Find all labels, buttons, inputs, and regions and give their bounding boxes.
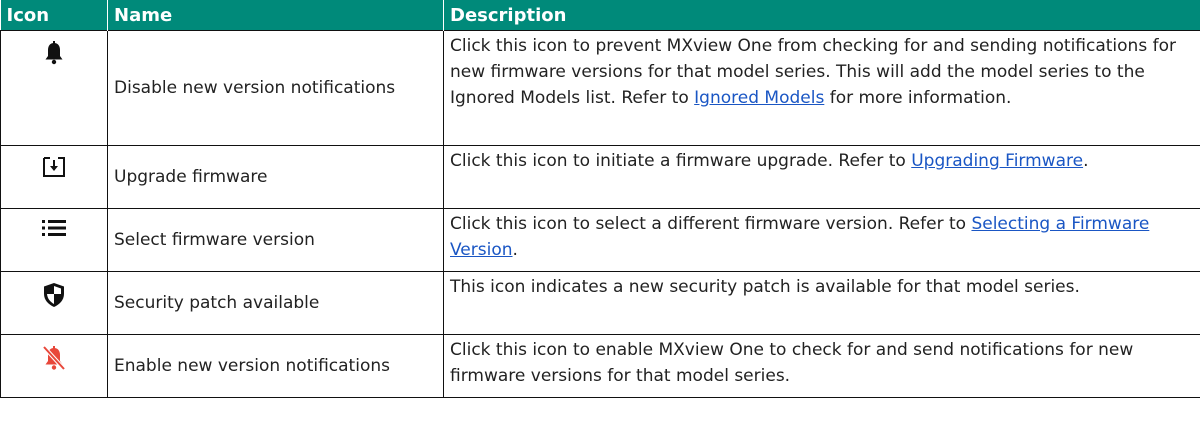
download-box-icon: [1, 156, 107, 178]
link-upgrading-firmware[interactable]: Upgrading Firmware: [911, 151, 1083, 171]
table-header-row: Icon Name Description: [0, 0, 1200, 31]
table-row: Upgrade firmware Click this icon to init…: [0, 145, 1200, 209]
row-description: This icon indicates a new security patch…: [443, 271, 1200, 335]
row-name: Disable new version notifications: [107, 30, 444, 146]
shield-icon: [1, 282, 107, 308]
header-description: Description: [443, 0, 1200, 31]
link-ignored-models[interactable]: Ignored Models: [694, 88, 824, 108]
icon-reference-table: Icon Name Description Disable new versio…: [0, 0, 1200, 398]
header-name: Name: [107, 0, 444, 31]
row-description: Click this icon to enable MXview One to …: [443, 334, 1200, 398]
table-row: Select firmware version Click this icon …: [0, 208, 1200, 272]
table-row: Security patch available This icon indic…: [0, 271, 1200, 335]
row-description: Click this icon to select a different fi…: [443, 208, 1200, 272]
table-row: Disable new version notifications Click …: [0, 30, 1200, 146]
row-description: Click this icon to prevent MXview One fr…: [443, 30, 1200, 146]
list-icon: [1, 219, 107, 237]
table-row: Enable new version notifications Click t…: [0, 334, 1200, 398]
row-description: Click this icon to initiate a firmware u…: [443, 145, 1200, 209]
row-name: Select firmware version: [107, 208, 444, 272]
bell-icon: [1, 41, 107, 65]
bell-off-icon: [1, 345, 107, 371]
row-name: Upgrade firmware: [107, 145, 444, 209]
row-name: Enable new version notifications: [107, 334, 444, 398]
row-name: Security patch available: [107, 271, 444, 335]
header-icon: Icon: [0, 0, 108, 31]
